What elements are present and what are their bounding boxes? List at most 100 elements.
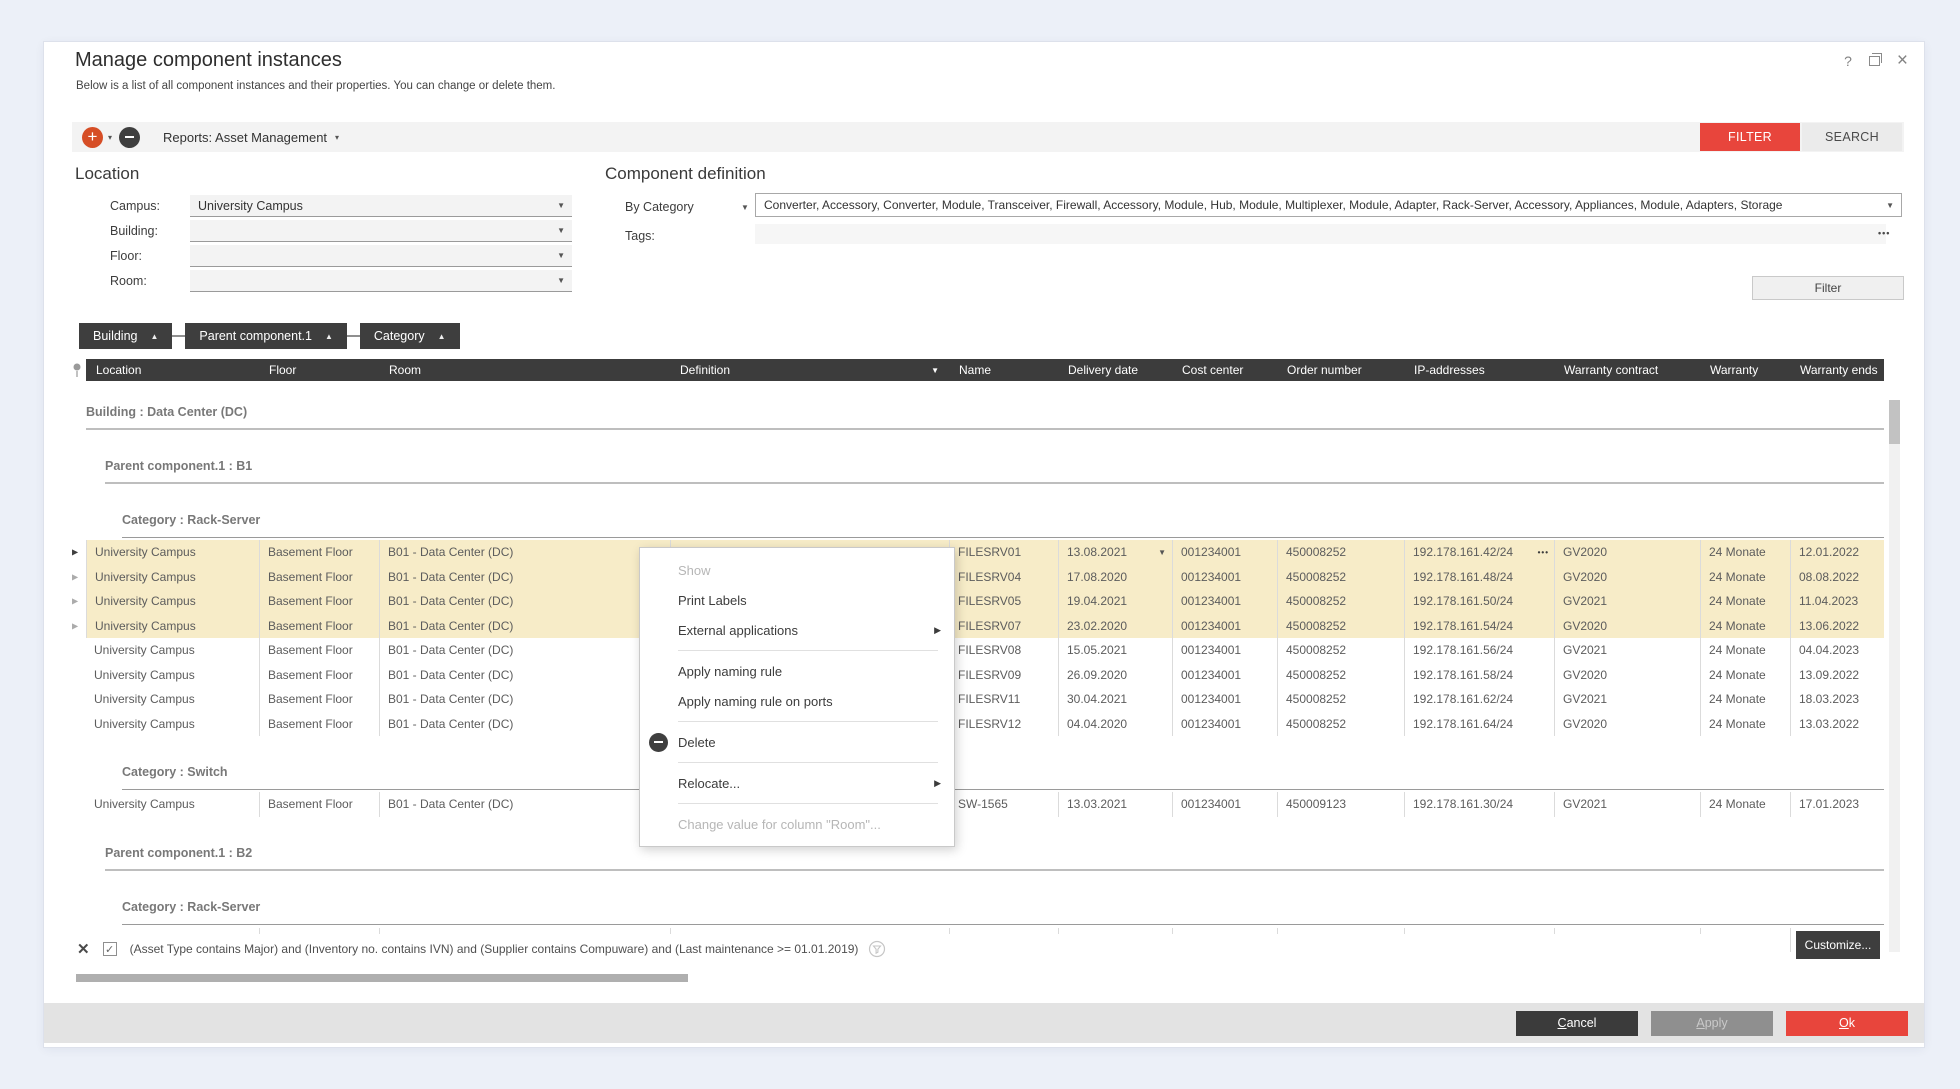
menu-item-relocate[interactable]: Relocate...▶ <box>640 768 954 798</box>
cell-warranty_contract: GV2021 <box>1554 792 1700 817</box>
cell-delivery_date: 13.08.2021▼ <box>1058 540 1172 565</box>
customize-button[interactable]: Customize... <box>1796 931 1880 959</box>
group-header-category: Category : Rack-Server <box>122 511 1884 538</box>
horizontal-scrollbar[interactable] <box>76 974 688 982</box>
add-button[interactable]: + <box>82 127 103 148</box>
row-expander-icon[interactable]: ▶ <box>72 597 78 606</box>
cell-warranty_end: 08.08.2022 <box>1790 565 1884 590</box>
table-row-SW-1565[interactable]: University CampusBasement FloorB01 - Dat… <box>86 792 1884 817</box>
definition-filter-icon[interactable]: ▼ <box>931 366 939 375</box>
row-expander-icon[interactable]: ▶ <box>72 572 78 581</box>
column-header-ip_addresses[interactable]: IP-addresses <box>1404 359 1554 381</box>
funnel-icon[interactable] <box>868 940 886 958</box>
column-header-label: Warranty contract <box>1564 363 1658 377</box>
column-header-order_number[interactable]: Order number <box>1277 359 1404 381</box>
reports-dropdown[interactable]: Reports: Asset Management ▾ <box>163 130 339 145</box>
vertical-scrollbar-thumb[interactable] <box>1889 400 1900 444</box>
ok-button[interactable]: Ok <box>1786 1011 1908 1036</box>
floor-select[interactable]: ▼ <box>190 245 572 267</box>
cell-warranty_contract: GV2021 <box>1554 687 1700 712</box>
table-row-FILESRV05[interactable]: ▶University CampusBasement FloorB01 - Da… <box>86 589 1884 614</box>
cell-floor: Basement Floor <box>259 565 379 590</box>
group-header-label: Category : Rack-Server <box>122 900 260 914</box>
remove-button[interactable] <box>119 127 140 148</box>
cell-warranty_contract: GV2020 <box>1554 565 1700 590</box>
pin-icon[interactable] <box>72 362 82 383</box>
close-icon[interactable]: × <box>1897 54 1908 68</box>
table-row-FILESRV07[interactable]: ▶University CampusBasement FloorB01 - Da… <box>86 614 1884 639</box>
group-rule <box>105 869 1884 871</box>
cell-order_number: 450008252 <box>1277 687 1404 712</box>
room-select[interactable]: ▼ <box>190 270 572 292</box>
group-header-category: Category : Rack-Server <box>122 898 1884 925</box>
row-expander-icon[interactable]: ▶ <box>72 621 78 630</box>
search-tab-button[interactable]: SEARCH <box>1802 123 1902 151</box>
cell-order_number: 450008252 <box>1277 589 1404 614</box>
delivery-date-dropdown-icon[interactable]: ▼ <box>1158 548 1166 557</box>
cell-delivery_date: 26.09.2020 <box>1058 663 1172 688</box>
minus-icon <box>125 136 134 138</box>
table-row-FILESRV01[interactable]: ▶University CampusBasement FloorB01 - Da… <box>86 540 1884 565</box>
column-header-floor[interactable]: Floor <box>259 359 379 381</box>
table-row-FILESRV12[interactable]: University CampusBasement FloorB01 - Dat… <box>86 712 1884 737</box>
column-header-label: Room <box>389 363 421 377</box>
column-header-label: Definition <box>680 363 730 377</box>
column-header-warranty_contract[interactable]: Warranty contract <box>1554 359 1700 381</box>
table-row-FILESRV04[interactable]: ▶University CampusBasement FloorB01 - Da… <box>86 565 1884 590</box>
table-row-FILESRV09[interactable]: University CampusBasement FloorB01 - Dat… <box>86 663 1884 688</box>
filter-tab-button[interactable]: FILTER <box>1700 123 1800 151</box>
cell-cost_center: 001234001 <box>1172 792 1277 817</box>
cell-location: University Campus <box>86 663 259 688</box>
menu-separator <box>678 650 938 651</box>
menu-separator <box>678 762 938 763</box>
column-header-cost_center[interactable]: Cost center <box>1172 359 1277 381</box>
remove-filter-icon[interactable]: ✕ <box>77 940 90 958</box>
help-icon[interactable]: ? <box>1844 53 1852 69</box>
filter-active-checkbox[interactable]: ✓ <box>103 942 117 956</box>
column-header-room[interactable]: Room <box>379 359 670 381</box>
tags-more-button[interactable]: ••• <box>1878 228 1890 238</box>
cell-name: FILESRV09 <box>949 663 1058 688</box>
ip-more-button[interactable]: ••• <box>1538 548 1549 557</box>
by-category-field[interactable]: Converter, Accessory, Converter, Module,… <box>755 193 1902 217</box>
vertical-scrollbar[interactable] <box>1889 400 1900 952</box>
menu-item-delete[interactable]: Delete <box>640 727 954 757</box>
row-expander-icon[interactable]: ▶ <box>72 548 78 557</box>
cell-location: University Campus <box>86 589 259 614</box>
cell-order_number: 450008252 <box>1277 614 1404 639</box>
by-category-label[interactable]: By Category <box>625 200 694 214</box>
column-header-location[interactable]: Location <box>86 359 259 381</box>
table-row-FILESRV08[interactable]: University CampusBasement FloorB01 - Dat… <box>86 638 1884 663</box>
restore-window-icon[interactable] <box>1869 56 1880 66</box>
menu-item-apply-naming-rule-on-ports[interactable]: Apply naming rule on ports <box>640 686 954 716</box>
column-header-warranty[interactable]: Warranty <box>1700 359 1790 381</box>
cell-warranty_end: 18.03.2023 <box>1790 687 1884 712</box>
column-header-definition[interactable]: Definition ▼ <box>670 359 949 381</box>
table-row-FILESRV11[interactable]: University CampusBasement FloorB01 - Dat… <box>86 687 1884 712</box>
group-chip-category[interactable]: Category ▲ <box>360 323 460 349</box>
sort-asc-icon: ▲ <box>438 332 446 341</box>
building-select[interactable]: ▼ <box>190 220 572 242</box>
chevron-down-icon: ▼ <box>557 276 565 285</box>
campus-select[interactable]: University Campus ▼ <box>190 195 572 217</box>
cell-warranty: 24 Monate <box>1700 663 1790 688</box>
column-header-warranty_end[interactable]: Warranty ends <box>1790 359 1884 381</box>
add-dropdown-icon[interactable]: ▾ <box>108 133 112 142</box>
menu-item-apply-naming-rule[interactable]: Apply naming rule <box>640 656 954 686</box>
chevron-down-icon[interactable]: ▼ <box>741 203 749 212</box>
cell-name: FILESRV11 <box>949 687 1058 712</box>
column-header-delivery_date[interactable]: Delivery date <box>1058 359 1172 381</box>
cell-delivery_date: 15.05.2021 <box>1058 638 1172 663</box>
cell-room: B01 - Data Center (DC) <box>379 638 670 663</box>
menu-item-external-applications[interactable]: External applications▶ <box>640 615 954 645</box>
menu-item-print-labels[interactable]: Print Labels <box>640 585 954 615</box>
cell-name: FILESRV01 <box>949 540 1058 565</box>
tags-field[interactable] <box>755 224 1886 244</box>
apply-filter-button[interactable]: Filter <box>1752 276 1904 300</box>
chevron-down-icon: ▼ <box>557 201 565 210</box>
group-chip-building[interactable]: Building ▲ <box>79 323 172 349</box>
column-header-name[interactable]: Name <box>949 359 1058 381</box>
cell-warranty_end: 13.06.2022 <box>1790 614 1884 639</box>
group-chip-parent-component[interactable]: Parent component.1 ▲ <box>185 323 347 349</box>
cancel-button[interactable]: Cancel <box>1516 1011 1638 1036</box>
